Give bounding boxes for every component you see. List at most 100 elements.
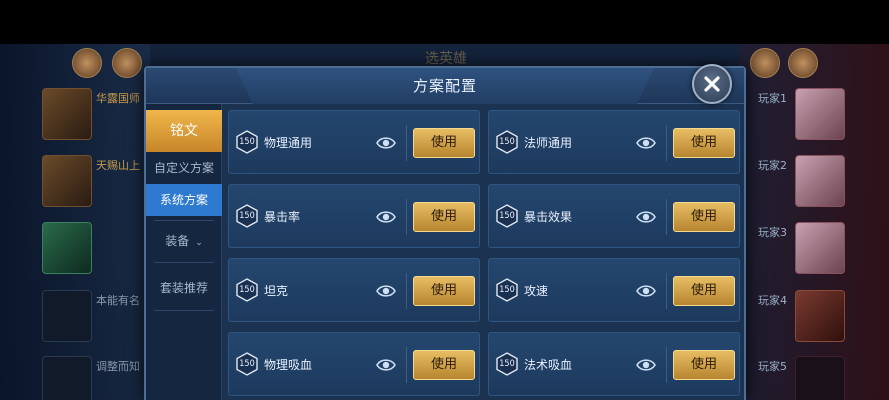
scheme-name: 暴击率 <box>264 210 301 224</box>
level-hexagon-icon: 150 <box>235 278 259 302</box>
bg-player-avatar <box>42 88 92 140</box>
sidebar-item-set-recommend[interactable]: 套装推荐 <box>146 268 222 308</box>
level-hexagon-icon: 150 <box>495 278 519 302</box>
use-button[interactable]: 使用 <box>413 350 475 380</box>
bg-player-avatar <box>795 88 845 140</box>
bg-player-name: 本能有名 <box>96 294 140 307</box>
card-divider <box>406 125 407 161</box>
bg-player-name: 玩家5 <box>758 360 787 373</box>
sidebar-divider <box>154 220 214 221</box>
eye-icon[interactable] <box>635 280 657 302</box>
card-divider <box>406 273 407 309</box>
use-button[interactable]: 使用 <box>673 350 735 380</box>
level-value: 150 <box>499 285 515 295</box>
bg-player-name: 玩家2 <box>758 159 787 172</box>
eye-icon[interactable] <box>375 354 397 376</box>
bg-player-avatar <box>795 356 845 400</box>
sidebar-item-label: 铭文 <box>170 123 198 139</box>
bg-player-name: 华露国师 <box>96 92 140 105</box>
bg-player-name: 天赐山上 <box>96 159 140 172</box>
scheme-card: 150 坦克 使用 <box>228 258 480 322</box>
level-hexagon-icon: 150 <box>495 130 519 154</box>
scheme-name: 物理吸血 <box>264 358 313 372</box>
eye-icon[interactable] <box>635 132 657 154</box>
scheme-card: 150 法师通用 使用 <box>488 110 740 174</box>
scheme-name: 暴击效果 <box>524 210 573 224</box>
bg-hero-avatar <box>112 48 142 78</box>
chevron-down-icon: ⌄ <box>195 238 203 248</box>
close-x-icon <box>704 76 720 92</box>
level-value: 150 <box>499 211 515 221</box>
use-button[interactable]: 使用 <box>673 128 735 158</box>
sidebar: 铭文 自定义方案 系统方案 装备 ⌄ 套装推荐 <box>146 104 222 400</box>
bg-player-avatar <box>795 155 845 207</box>
sidebar-divider <box>154 310 214 311</box>
scheme-name: 法术吸血 <box>524 358 573 372</box>
bg-player-avatar <box>42 222 92 274</box>
bg-player-name: 玩家4 <box>758 294 787 307</box>
scheme-card: 150 法术吸血 使用 <box>488 332 740 396</box>
eye-icon[interactable] <box>375 206 397 228</box>
bg-player-avatar <box>42 356 92 400</box>
card-divider <box>666 125 667 161</box>
level-hexagon-icon: 150 <box>235 352 259 376</box>
sidebar-item-inscription[interactable]: 铭文 <box>146 110 222 152</box>
card-divider <box>666 273 667 309</box>
level-value: 150 <box>499 359 515 369</box>
scheme-card: 150 暴击率 使用 <box>228 184 480 248</box>
bg-title: 选英雄 <box>425 51 467 67</box>
scheme-name: 攻速 <box>524 284 549 298</box>
level-value: 150 <box>239 285 255 295</box>
scheme-card: 150 攻速 使用 <box>488 258 740 322</box>
card-divider <box>666 347 667 383</box>
scheme-name: 法师通用 <box>524 136 573 150</box>
close-button[interactable] <box>692 64 732 104</box>
card-divider <box>406 199 407 235</box>
level-value: 150 <box>239 137 255 147</box>
sidebar-item-label: 装备 <box>165 234 190 248</box>
sidebar-item-label: 套装推荐 <box>159 281 208 295</box>
level-value: 150 <box>239 359 255 369</box>
card-divider <box>666 199 667 235</box>
bg-player-avatar <box>795 222 845 274</box>
bg-player-avatar <box>795 290 845 342</box>
use-button[interactable]: 使用 <box>673 276 735 306</box>
scheme-config-dialog: 方案配置 铭文 自定义方案 系统方案 装备 ⌄ 套装推荐 150 物理通用 使用 150… <box>144 66 746 400</box>
scheme-name: 坦克 <box>264 284 289 298</box>
use-button[interactable]: 使用 <box>413 202 475 232</box>
bg-hero-avatar <box>788 48 818 78</box>
eye-icon[interactable] <box>635 354 657 376</box>
level-hexagon-icon: 150 <box>235 130 259 154</box>
bg-player-name: 调整而知 <box>96 360 140 373</box>
use-button[interactable]: 使用 <box>413 276 475 306</box>
sidebar-item-custom-scheme[interactable]: 自定义方案 <box>146 152 222 184</box>
scheme-card: 150 物理通用 使用 <box>228 110 480 174</box>
sidebar-item-equipment[interactable]: 装备 ⌄ <box>146 222 222 260</box>
level-hexagon-icon: 150 <box>495 204 519 228</box>
use-button[interactable]: 使用 <box>673 202 735 232</box>
dialog-header: 方案配置 <box>146 68 744 104</box>
level-hexagon-icon: 150 <box>235 204 259 228</box>
scheme-card: 150 物理吸血 使用 <box>228 332 480 396</box>
use-button[interactable]: 使用 <box>413 128 475 158</box>
dialog-title: 方案配置 <box>412 77 477 95</box>
bg-player-name: 玩家1 <box>758 92 787 105</box>
eye-icon[interactable] <box>375 280 397 302</box>
scheme-card: 150 暴击效果 使用 <box>488 184 740 248</box>
eye-icon[interactable] <box>635 206 657 228</box>
level-hexagon-icon: 150 <box>495 352 519 376</box>
bg-player-name: 玩家3 <box>758 226 787 239</box>
sidebar-item-label: 系统方案 <box>159 193 208 207</box>
sidebar-item-system-scheme[interactable]: 系统方案 <box>146 184 222 216</box>
bg-player-avatar <box>42 290 92 342</box>
bg-player-avatar <box>42 155 92 207</box>
sidebar-item-label: 自定义方案 <box>153 161 214 175</box>
scheme-name: 物理通用 <box>264 136 313 150</box>
sidebar-divider <box>154 262 214 263</box>
level-value: 150 <box>239 211 255 221</box>
eye-icon[interactable] <box>375 132 397 154</box>
level-value: 150 <box>499 137 515 147</box>
bg-hero-avatar <box>750 48 780 78</box>
card-divider <box>406 347 407 383</box>
bg-hero-avatar <box>72 48 102 78</box>
